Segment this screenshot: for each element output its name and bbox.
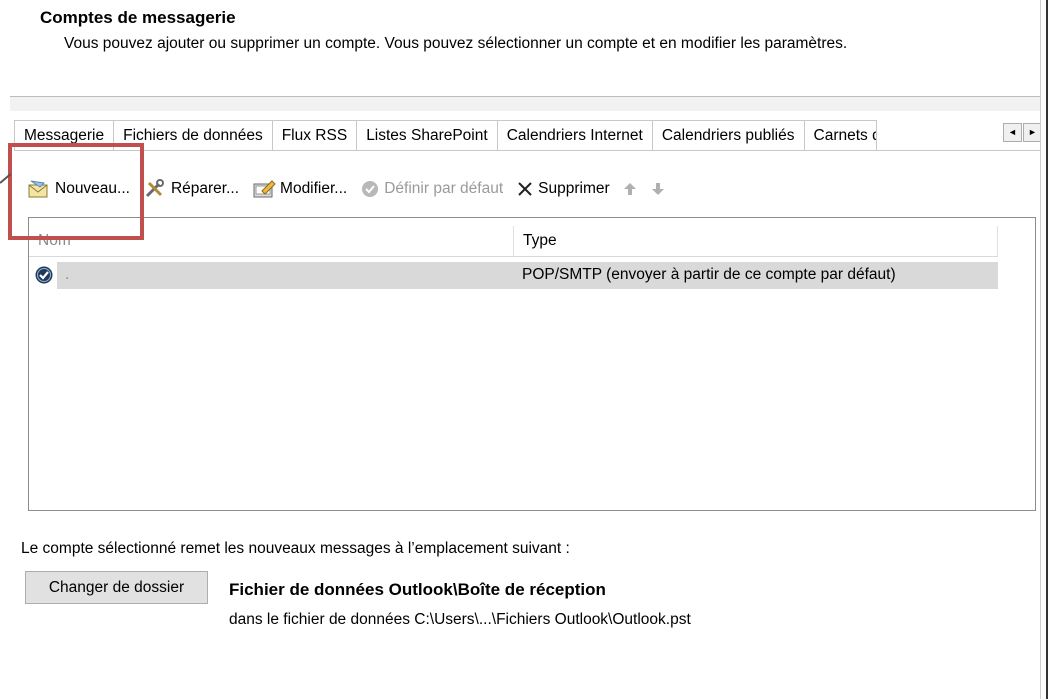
section-subtitle: Vous pouvez ajouter ou supprimer un comp…	[64, 35, 848, 52]
modify-account-icon	[252, 179, 276, 199]
arrow-down-icon	[651, 181, 665, 197]
delete-x-icon	[516, 180, 534, 198]
modify-account-button[interactable]: Modifier...	[252, 179, 347, 199]
delivery-location-path: dans le fichier de données C:\Users\...\…	[229, 611, 691, 628]
tab-scroll-buttons: ◄ ►	[1003, 123, 1042, 142]
tab-scroll-left-button[interactable]: ◄	[1003, 123, 1022, 142]
tab-listes-sharepoint[interactable]: Listes SharePoint	[357, 120, 498, 150]
repair-account-label: Réparer...	[170, 180, 240, 197]
modify-account-label: Modifier...	[280, 180, 348, 197]
account-type: POP/SMTP (envoyer à partir de ce compte …	[522, 266, 896, 283]
tab-divider	[14, 150, 1040, 151]
default-account-check-icon	[34, 265, 54, 290]
arrow-up-icon	[623, 181, 637, 197]
repair-account-button[interactable]: Réparer...	[143, 179, 239, 199]
set-default-check-icon	[360, 179, 380, 199]
tab-flux-rss[interactable]: Flux RSS	[272, 120, 358, 150]
tab-carnets-d-adresses[interactable]: Carnets d	[804, 120, 877, 150]
delete-account-button[interactable]: Supprimer	[516, 180, 610, 198]
tab-calendriers-publies[interactable]: Calendriers publiés	[652, 120, 805, 150]
dialog-top-bar	[10, 96, 1044, 111]
column-divider	[513, 226, 514, 256]
delete-account-label: Supprimer	[538, 180, 610, 197]
repair-tools-icon	[143, 179, 167, 199]
accounts-list[interactable]: Nom Type . POP/SMTP (envoyer à partir de…	[28, 217, 1036, 511]
window-border	[1046, 0, 1052, 699]
section-title: Comptes de messagerie	[40, 8, 236, 27]
move-up-button[interactable]	[623, 181, 641, 197]
set-default-label: Définir par défaut	[384, 180, 504, 197]
change-folder-button[interactable]: Changer de dossier	[25, 571, 208, 604]
delivery-description: Le compte sélectionné remet les nouveaux…	[21, 540, 570, 557]
list-header: Nom Type	[29, 226, 998, 257]
column-divider	[997, 226, 998, 256]
move-down-button[interactable]	[651, 181, 669, 197]
set-default-button[interactable]: Définir par défaut	[360, 179, 503, 199]
column-header-type[interactable]: Type	[523, 232, 557, 250]
table-row[interactable]: . POP/SMTP (envoyer à partir de ce compt…	[29, 260, 998, 290]
account-name: .	[65, 266, 70, 283]
delivery-location-title: Fichier de données Outlook\Boîte de réce…	[229, 580, 606, 599]
highlight-annotation-box	[8, 143, 144, 240]
tab-calendriers-internet[interactable]: Calendriers Internet	[497, 120, 653, 150]
